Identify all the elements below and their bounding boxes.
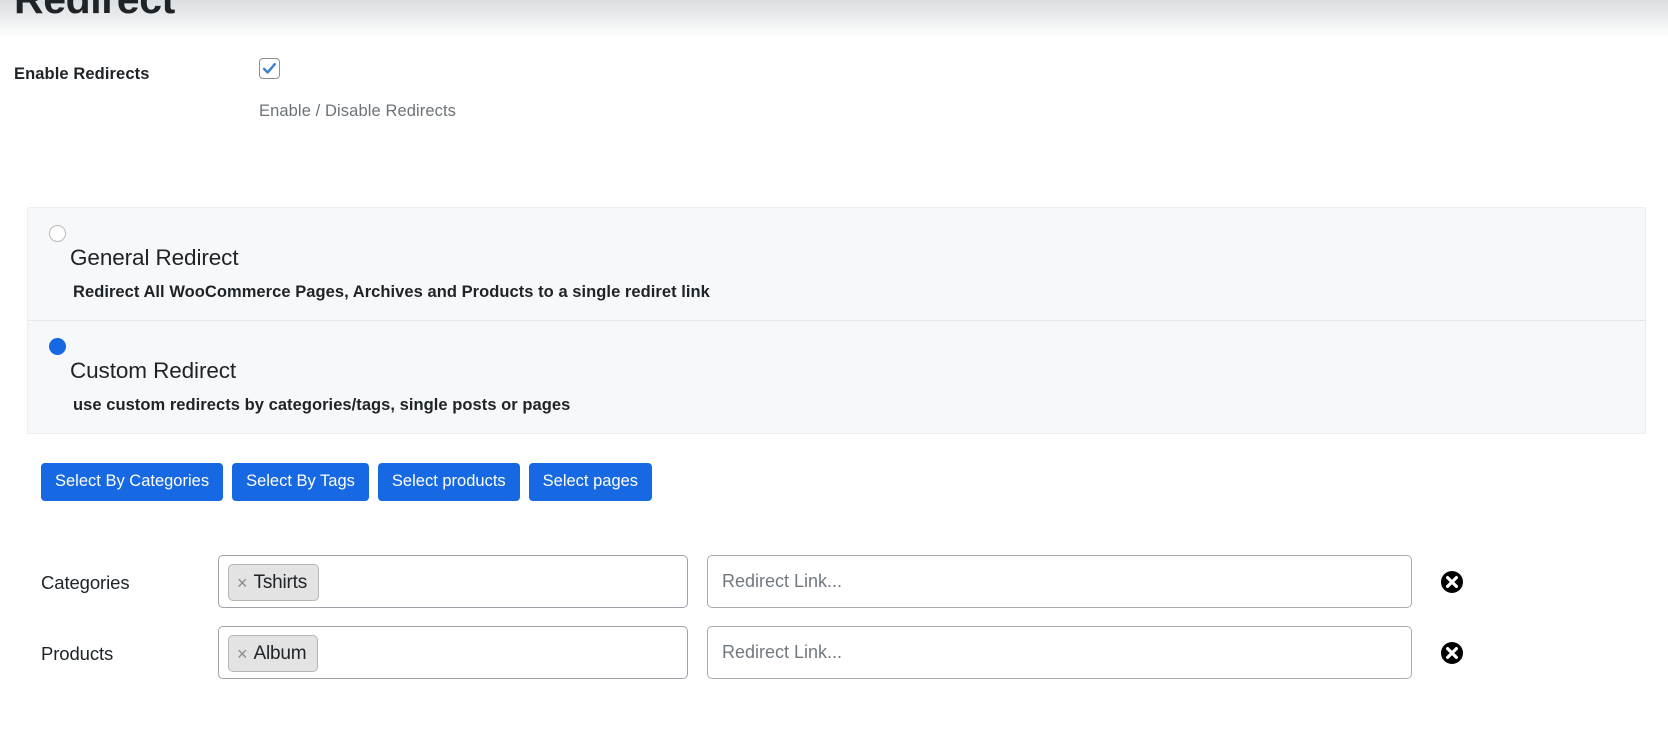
custom-redirect-description: use custom redirects by categories/tags,… — [73, 396, 1645, 415]
enable-redirects-help-text: Enable / Disable Redirects — [259, 102, 456, 121]
products-redirect-link-input[interactable] — [707, 626, 1412, 679]
chip-remove-icon[interactable]: × — [237, 574, 248, 592]
redirect-mapping-rows: Categories × Tshirts Products × — [0, 553, 1668, 695]
chip-label: Album — [254, 644, 307, 663]
select-by-categories-button[interactable]: Select By Categories — [41, 463, 223, 501]
select-by-tags-button[interactable]: Select By Tags — [232, 463, 369, 501]
mapping-row-label-categories: Categories — [41, 572, 129, 594]
mapping-row-categories: Categories × Tshirts — [0, 553, 1668, 624]
products-chip-album[interactable]: × Album — [228, 635, 318, 672]
mapping-row-label-products: Products — [41, 643, 113, 665]
products-multiselect[interactable]: × Album — [218, 626, 688, 679]
redirect-type-panel: General Redirect Redirect All WooCommerc… — [27, 207, 1646, 434]
redirect-settings-page: Redirect Enable Redirects Enable / Disab… — [0, 0, 1668, 753]
redirect-type-option-custom[interactable]: Custom Redirect use custom redirects by … — [28, 320, 1645, 433]
categories-multiselect[interactable]: × Tshirts — [218, 555, 688, 608]
general-redirect-description: Redirect All WooCommerce Pages, Archives… — [73, 283, 1645, 302]
close-circle-icon — [1440, 641, 1464, 665]
close-circle-icon — [1440, 570, 1464, 594]
enable-redirects-row: Enable Redirects Enable / Disable Redire… — [0, 58, 1668, 148]
chip-label: Tshirts — [254, 573, 308, 592]
redirect-type-option-general[interactable]: General Redirect Redirect All WooCommerc… — [28, 208, 1645, 320]
general-redirect-title: General Redirect — [70, 246, 1645, 271]
chip-remove-icon[interactable]: × — [237, 645, 248, 663]
custom-redirect-title: Custom Redirect — [70, 359, 1645, 384]
header-gradient-strip — [0, 0, 1668, 40]
select-products-button[interactable]: Select products — [378, 463, 520, 501]
categories-chip-tshirts[interactable]: × Tshirts — [228, 564, 319, 601]
page-title: Redirect — [14, 0, 175, 23]
enable-redirects-checkbox[interactable] — [259, 58, 280, 79]
delete-row-products-button[interactable] — [1440, 641, 1464, 665]
radio-custom-redirect[interactable] — [49, 338, 66, 355]
select-pages-button[interactable]: Select pages — [529, 463, 652, 501]
categories-redirect-link-input[interactable] — [707, 555, 1412, 608]
enable-redirects-label: Enable Redirects — [14, 65, 150, 84]
delete-row-categories-button[interactable] — [1440, 570, 1464, 594]
mapping-row-products: Products × Album — [0, 624, 1668, 695]
checkmark-icon — [262, 61, 277, 76]
selection-buttons-row: Select By Categories Select By Tags Sele… — [41, 463, 652, 501]
radio-general-redirect[interactable] — [49, 225, 66, 242]
